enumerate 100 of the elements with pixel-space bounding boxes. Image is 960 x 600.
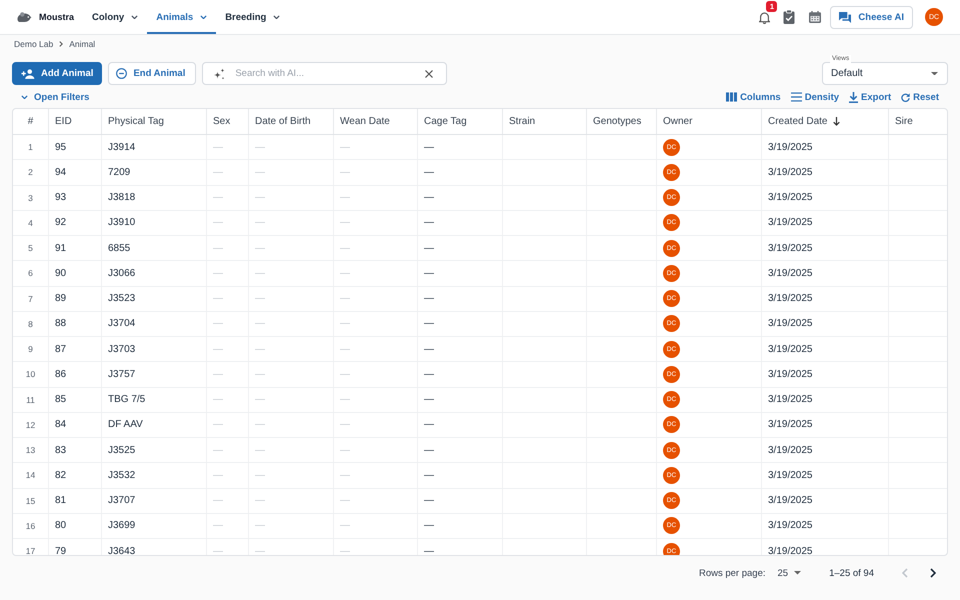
table-cell: J3704 <box>102 312 207 336</box>
table-cell: — <box>418 337 503 362</box>
table-cell: — <box>334 210 418 235</box>
table-cell: 88 <box>49 312 102 336</box>
table-cell: — <box>334 463 418 488</box>
table-cell: — <box>418 514 503 538</box>
table-cell: 3/19/2025 <box>762 135 889 160</box>
column-header[interactable]: Wean Date <box>334 109 418 134</box>
table-cell: J3066 <box>102 261 207 286</box>
table-cell: — <box>249 160 334 184</box>
row-number: 16 <box>13 514 49 538</box>
breadcrumb-item: Animal <box>69 38 96 48</box>
calendar-icon[interactable] <box>809 11 822 23</box>
cheese-ai-button[interactable]: Cheese AI <box>830 6 913 28</box>
column-header[interactable]: Physical Tag <box>102 109 207 134</box>
column-header[interactable]: Sire <box>889 109 947 134</box>
columns-icon <box>726 92 738 102</box>
table-cell: — <box>207 438 249 462</box>
clipboard-check-icon[interactable] <box>783 10 796 24</box>
table-cell: 3/19/2025 <box>762 488 889 513</box>
export-button[interactable]: Export <box>847 92 894 102</box>
table-cell: J3643 <box>102 539 207 555</box>
density-icon <box>790 92 802 102</box>
table-cell: — <box>207 286 249 311</box>
open-filters-button[interactable]: Open Filters <box>21 92 90 102</box>
table-cell: 3/19/2025 <box>762 463 889 488</box>
end-animal-button[interactable]: End Animal <box>108 62 196 85</box>
table-cell: 87 <box>49 337 102 362</box>
table-cell: — <box>418 236 503 260</box>
table-cell: J3707 <box>102 488 207 513</box>
table-cell: 3/19/2025 <box>762 337 889 362</box>
table-cell: — <box>249 539 334 555</box>
table-cell: — <box>334 236 418 260</box>
table-cell: 84 <box>49 412 102 437</box>
table-cell: J3914 <box>102 135 207 160</box>
breadcrumb-item[interactable]: Demo Lab <box>14 38 54 48</box>
column-header[interactable]: Cage Tag <box>418 109 503 134</box>
table-cell: — <box>207 312 249 336</box>
table-cell: — <box>249 514 334 538</box>
nav-tab[interactable]: Animals <box>147 0 216 34</box>
table-cell: 7209 <box>102 160 207 184</box>
table-cell: — <box>249 186 334 210</box>
column-header[interactable]: # <box>13 109 49 134</box>
table-cell: — <box>418 412 503 437</box>
table-cell: 80 <box>49 514 102 538</box>
columns-button[interactable]: Columns <box>724 92 783 102</box>
table-cell: — <box>207 539 249 555</box>
table-cell: — <box>249 286 334 311</box>
nav-tab[interactable]: Breeding <box>216 0 290 34</box>
column-header[interactable]: Strain <box>503 109 587 134</box>
nav-tab[interactable]: Colony <box>83 0 148 34</box>
table-cell: TBG 7/5 <box>102 388 207 412</box>
row-number: 4 <box>13 210 49 235</box>
chevron-right-icon <box>930 568 936 578</box>
reset-button[interactable]: Reset <box>899 92 941 102</box>
search-field[interactable]: Search with AI... <box>202 62 448 85</box>
column-header[interactable]: Genotypes <box>587 109 657 134</box>
table-cell: — <box>207 514 249 538</box>
brand-name[interactable]: Moustra <box>39 12 74 22</box>
table-cell: — <box>334 514 418 538</box>
add-animal-button[interactable]: Add Animal <box>12 62 102 85</box>
column-header[interactable]: Created Date <box>762 109 889 134</box>
row-number: 12 <box>13 412 49 437</box>
table-cell: 95 <box>49 135 102 160</box>
row-number: 15 <box>13 488 49 513</box>
chevron-down-icon <box>200 14 208 20</box>
table-cell: — <box>249 236 334 260</box>
row-number: 1 <box>13 135 49 160</box>
table-cell: 3/19/2025 <box>762 412 889 437</box>
column-header[interactable]: Owner <box>657 109 762 134</box>
table-cell: — <box>334 135 418 160</box>
close-icon[interactable] <box>425 70 434 78</box>
table-cell: — <box>249 135 334 160</box>
table-cell: 3/19/2025 <box>762 210 889 235</box>
density-button[interactable]: Density <box>788 92 842 102</box>
table-cell: — <box>334 438 418 462</box>
table-cell: J3532 <box>102 463 207 488</box>
table-cell: — <box>249 438 334 462</box>
table-cell: — <box>334 412 418 437</box>
table-cell: 3/19/2025 <box>762 261 889 286</box>
caret-down-icon <box>931 72 938 76</box>
table-cell: — <box>334 261 418 286</box>
column-header[interactable]: Date of Birth <box>249 109 334 134</box>
table-cell: — <box>334 312 418 336</box>
column-header[interactable]: Sex <box>207 109 249 134</box>
column-header[interactable]: EID <box>49 109 102 134</box>
row-number: 3 <box>13 186 49 210</box>
row-number: 6 <box>13 261 49 286</box>
table-cell: 3/19/2025 <box>762 286 889 311</box>
bell-icon[interactable] <box>759 10 770 24</box>
table-cell: — <box>334 286 418 311</box>
rows-per-page-select[interactable]: 25 <box>778 568 802 578</box>
table-cell: — <box>334 160 418 184</box>
table-cell: J3703 <box>102 337 207 362</box>
table-cell: 3/19/2025 <box>762 539 889 555</box>
table-cell: 81 <box>49 488 102 513</box>
row-number: 8 <box>13 312 49 336</box>
table-cell: 93 <box>49 186 102 210</box>
table-cell: — <box>207 160 249 184</box>
table-cell: — <box>418 539 503 555</box>
